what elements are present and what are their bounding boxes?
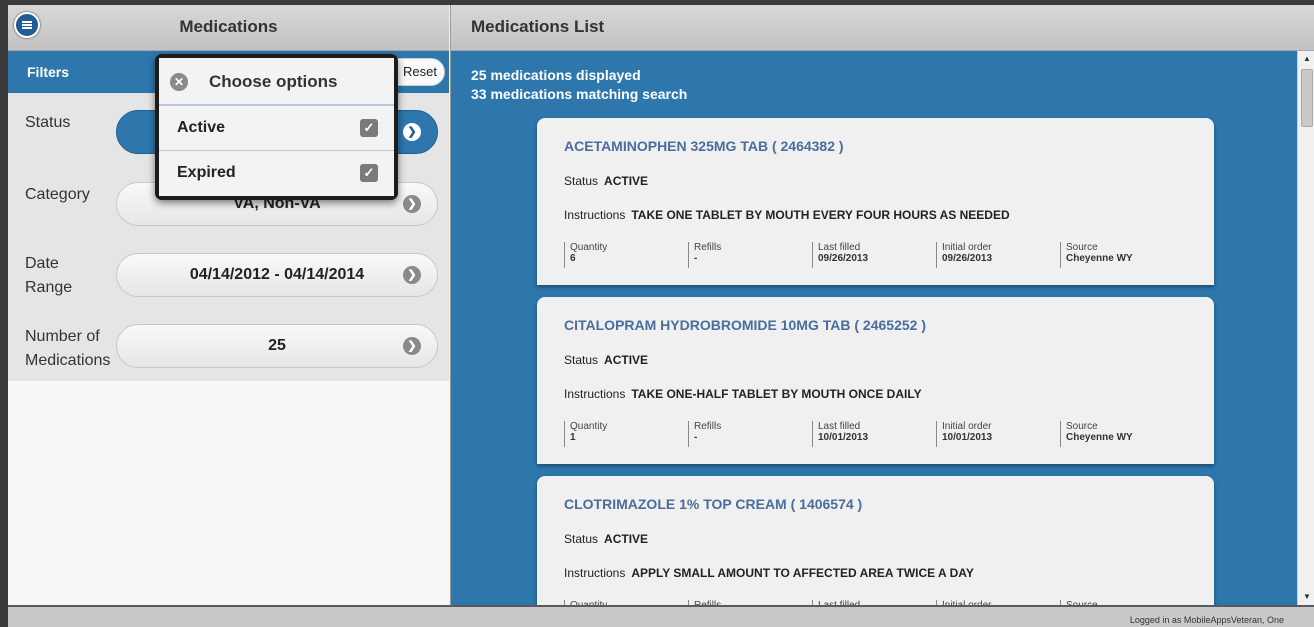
- instructions-field-label: Instructions: [564, 566, 626, 580]
- left-header: Medications: [8, 5, 449, 51]
- medication-instructions: Instructions APPLY SMALL AMOUNT TO AFFECT…: [564, 566, 974, 580]
- detail-value: 1: [570, 432, 576, 443]
- medication-status: Status ACTIVE: [564, 532, 648, 546]
- detail-label: Quantity: [570, 242, 608, 253]
- number-of-medications-value: 25: [268, 337, 286, 354]
- detail-cell: Quantity 6: [564, 242, 684, 268]
- date-range-value: 04/14/2012 - 04/14/2014: [189, 266, 365, 283]
- result-counts: 25 medications displayed 33 medications …: [471, 66, 687, 104]
- right-header: Medications List: [451, 5, 1314, 51]
- footer: Logged in as MobileAppsVeteran, One: [8, 605, 1314, 627]
- instructions-field-label: Instructions: [564, 208, 626, 222]
- date-range-label: Date Range: [25, 255, 73, 296]
- detail-value: -: [694, 432, 698, 443]
- popup-header: ✕ Choose options: [159, 58, 394, 106]
- detail-cell: Refills -: [688, 421, 808, 447]
- status-field-value: ACTIVE: [604, 532, 649, 546]
- status-field-label: Status: [564, 532, 599, 546]
- left-panel-title: Medications: [179, 17, 278, 36]
- detail-label: Initial order: [942, 421, 992, 432]
- filter-panel: Medications Filters Reset Status ❯ Categ…: [8, 5, 449, 605]
- detail-cell: Refills -: [688, 242, 808, 268]
- detail-label: Last filled: [818, 242, 861, 253]
- instructions-field-value: TAKE ONE TABLET BY MOUTH EVERY FOUR HOUR…: [631, 208, 1010, 222]
- scroll-up-icon[interactable]: ▲: [1301, 53, 1313, 65]
- detail-value: 10/01/2013: [818, 432, 869, 443]
- chevron-down-icon: ❯: [403, 123, 421, 141]
- instructions-field-label: Instructions: [564, 387, 626, 401]
- close-icon[interactable]: ✕: [170, 73, 188, 91]
- medication-instructions: Instructions TAKE ONE-HALF TABLET BY MOUT…: [564, 387, 922, 401]
- detail-cell: Quantity 1: [564, 421, 684, 447]
- scroll-down-icon[interactable]: ▼: [1301, 591, 1313, 603]
- chevron-down-icon: ❯: [403, 195, 421, 213]
- instructions-field-value: TAKE ONE-HALF TABLET BY MOUTH ONCE DAILY: [631, 387, 922, 401]
- matching-count: 33 medications matching search: [471, 86, 688, 102]
- medication-status: Status ACTIVE: [564, 174, 648, 188]
- option-active[interactable]: Active ✓: [159, 106, 394, 151]
- date-range-select[interactable]: 04/14/2012 - 04/14/2014 ❯: [116, 253, 438, 297]
- option-active-label: Active: [177, 119, 226, 136]
- detail-value: 09/26/2013: [942, 253, 993, 264]
- detail-cell: Source Cheyenne WY: [1060, 421, 1180, 447]
- checkbox-checked-icon[interactable]: ✓: [360, 119, 378, 137]
- right-panel-title: Medications List: [471, 17, 605, 36]
- app: Medications Filters Reset Status ❯ Categ…: [8, 5, 1314, 605]
- filters-label: Filters: [27, 64, 70, 80]
- chevron-down-icon: ❯: [403, 266, 421, 284]
- medication-details: Quantity 6 Refills - Last filled 09/26/2013 In…: [564, 242, 1184, 268]
- option-expired[interactable]: Expired ✓: [159, 151, 394, 196]
- medication-card[interactable]: CITALOPRAM HYDROBROMIDE 10MG TAB ( 24652…: [537, 297, 1214, 464]
- status-field-value: ACTIVE: [604, 174, 649, 188]
- status-field-value: ACTIVE: [604, 353, 649, 367]
- chevron-down-icon: ❯: [403, 337, 421, 355]
- detail-value: Cheyenne WY: [1066, 253, 1133, 264]
- detail-value: 6: [570, 253, 576, 264]
- checkbox-checked-icon[interactable]: ✓: [360, 164, 378, 182]
- scrollbar[interactable]: ▲ ▼: [1297, 51, 1314, 605]
- detail-label: Refills: [694, 421, 722, 432]
- medication-status: Status ACTIVE: [564, 353, 648, 367]
- choose-options-popup: ✕ Choose options Active ✓ Expired ✓: [155, 54, 398, 200]
- medication-card[interactable]: ACETAMINOPHEN 325MG TAB ( 2464382 ) Statu…: [537, 118, 1214, 285]
- detail-value: 09/26/2013: [818, 253, 869, 264]
- medication-name[interactable]: CLOTRIMAZOLE 1% TOP CREAM ( 1406574 ): [564, 496, 862, 512]
- instructions-field-value: APPLY SMALL AMOUNT TO AFFECTED AREA TWIC…: [631, 566, 974, 580]
- medication-name[interactable]: CITALOPRAM HYDROBROMIDE 10MG TAB ( 24652…: [564, 317, 926, 333]
- detail-cell: Initial order 09/26/2013: [936, 242, 1056, 268]
- category-label: Category: [25, 186, 90, 203]
- medications-list-panel: Medications List 25 medications displaye…: [450, 5, 1314, 605]
- status-field-label: Status: [564, 174, 599, 188]
- detail-label: Source: [1066, 242, 1098, 253]
- login-status: Logged in as MobileAppsVeteran, One: [1129, 615, 1284, 625]
- detail-cell: Last filled 09/26/2013: [812, 242, 932, 268]
- status-field-label: Status: [564, 353, 599, 367]
- medication-details: Quantity 1 Refills - Last filled 10/01/2013 In…: [564, 421, 1184, 447]
- detail-value: -: [694, 253, 698, 264]
- detail-label: Initial order: [942, 242, 992, 253]
- detail-cell: Source Cheyenne WY: [1060, 242, 1180, 268]
- detail-value: 10/01/2013: [942, 432, 993, 443]
- detail-cell: Last filled 10/01/2013: [812, 421, 932, 447]
- detail-label: Quantity: [570, 421, 608, 432]
- left-empty-area: [8, 381, 449, 605]
- detail-label: Source: [1066, 421, 1098, 432]
- number-of-medications-label: Number of Medications: [25, 328, 111, 369]
- option-expired-label: Expired: [177, 164, 236, 181]
- number-of-medications-select[interactable]: 25 ❯: [116, 324, 438, 368]
- displayed-count: 25 medications displayed: [471, 67, 641, 83]
- medication-card[interactable]: CLOTRIMAZOLE 1% TOP CREAM ( 1406574 ) Sta…: [537, 476, 1214, 605]
- medication-name[interactable]: ACETAMINOPHEN 325MG TAB ( 2464382 ): [564, 138, 844, 154]
- popup-title: Choose options: [209, 72, 338, 91]
- medication-instructions: Instructions TAKE ONE TABLET BY MOUTH EVE…: [564, 208, 1010, 222]
- detail-cell: Initial order 10/01/2013: [936, 421, 1056, 447]
- detail-label: Last filled: [818, 421, 861, 432]
- detail-value: Cheyenne WY: [1066, 432, 1133, 443]
- detail-label: Refills: [694, 242, 722, 253]
- scroll-thumb[interactable]: [1301, 69, 1313, 127]
- status-label: Status: [25, 114, 71, 131]
